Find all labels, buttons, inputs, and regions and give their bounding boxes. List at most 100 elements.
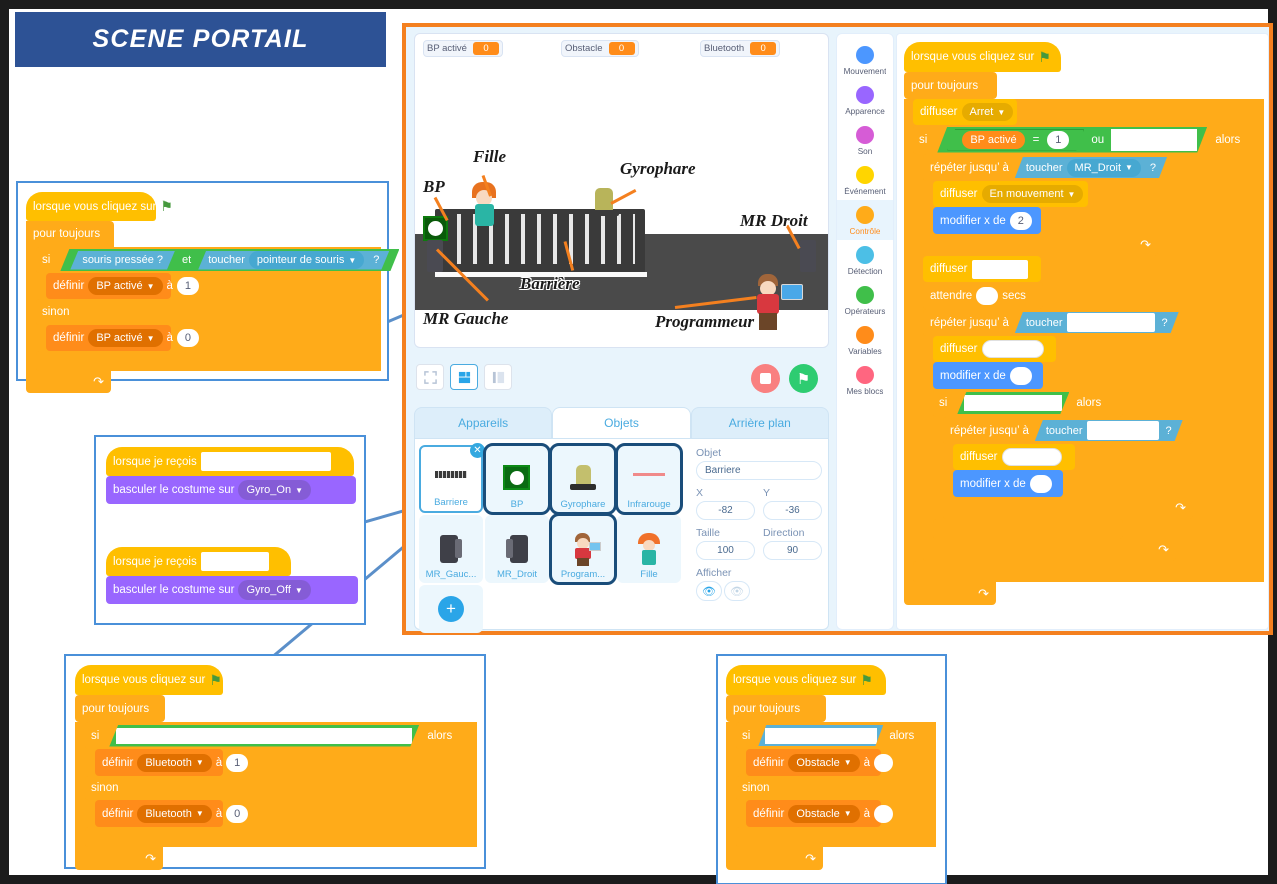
category-detection[interactable]: Détection — [837, 240, 893, 280]
delete-sprite-icon[interactable]: ✕ — [470, 443, 485, 458]
block-forever-obs[interactable]: pour toujours — [726, 695, 826, 722]
block-else-bp[interactable]: sinon — [36, 299, 381, 325]
change-x-value-3[interactable] — [1029, 474, 1052, 493]
x-input[interactable]: -82 — [696, 501, 755, 520]
sensing-touching-3[interactable]: toucher ? — [1035, 420, 1183, 441]
broadcast-input-1[interactable] — [971, 259, 1028, 279]
category-mouvement[interactable]: Mouvement — [837, 40, 893, 80]
block-broadcast-en-mouvement[interactable]: diffuser En mouvement ▼ — [933, 181, 1088, 207]
dropdown-variable[interactable]: BP activé ▼ — [88, 329, 163, 347]
block-set-bp-true[interactable]: définir BP activé ▼ à 1 — [46, 273, 199, 299]
block-else-obs[interactable]: sinon — [736, 776, 936, 800]
touching-input-3[interactable] — [1087, 421, 1159, 440]
hide-eye-icon[interactable]: 👁 — [724, 581, 750, 601]
boolean-slot-empty-bt[interactable] — [109, 725, 419, 747]
block-broadcast-arret[interactable]: diffuser Arret ▼ — [913, 99, 1017, 125]
layout-small-button[interactable] — [484, 364, 512, 390]
dropdown-message-arret[interactable]: Arret ▼ — [961, 103, 1014, 121]
message-input-1[interactable] — [200, 452, 331, 471]
block-set-obs-false[interactable]: définir Obstacle ▼ à — [746, 800, 894, 827]
sprite-item-mr-droit[interactable]: MR_Droit — [485, 515, 549, 583]
sprite-item-infrarouge[interactable]: Infrarouge — [615, 443, 683, 515]
variable-bp-active[interactable]: BP activé — [962, 131, 1024, 149]
block-switch-costume-on[interactable]: basculer le costume sur Gyro_On ▼ — [106, 476, 356, 504]
sprite-item-mr-gauche[interactable]: MR_Gauc... — [419, 515, 483, 583]
fullscreen-button[interactable] — [416, 364, 444, 390]
green-flag-button[interactable]: ⚑ — [789, 364, 818, 393]
sprite-item-gyrophare[interactable]: Gyrophare — [549, 443, 617, 515]
block-repeat-until-1[interactable]: répéter jusqu’ à toucher MR_Droit ▼ ? — [923, 154, 1158, 181]
block-forever-main[interactable]: pour toujours — [904, 72, 997, 99]
tab-objets[interactable]: Objets — [552, 407, 691, 439]
y-input[interactable]: -36 — [763, 501, 822, 520]
category-evenement[interactable]: Événement — [837, 160, 893, 200]
block-if-nested[interactable]: si alors — [933, 389, 1123, 417]
sprite-item-programmeur[interactable]: Program... — [549, 513, 617, 585]
script-canvas-barriere[interactable]: lorsque vous cliquez sur ⚑ pour toujours… — [896, 33, 1269, 630]
block-wait-secs[interactable]: attendre secs — [923, 282, 1043, 309]
sensing-touching-bp[interactable]: toucher pointeur de souris ▼ ? — [198, 251, 389, 270]
sensing-touching-2[interactable]: toucher ? — [1015, 312, 1179, 333]
message-input-2[interactable] — [200, 552, 269, 571]
block-set-bt-true[interactable]: définir Bluetooth ▼ à 1 — [95, 749, 249, 776]
sensing-touching-1[interactable]: toucher MR_Droit ▼ ? — [1015, 157, 1167, 178]
block-when-flag-clicked-main[interactable]: lorsque vous cliquez sur ⚑ — [904, 42, 1061, 72]
block-set-obs-true[interactable]: définir Obstacle ▼ à — [746, 749, 894, 776]
block-else-bt[interactable]: sinon — [85, 776, 477, 800]
change-x-value[interactable]: 2 — [1009, 211, 1032, 230]
value-input[interactable]: 1 — [176, 277, 199, 295]
direction-input[interactable]: 90 — [763, 541, 822, 560]
sensing-mouse-down[interactable]: souris pressée ? — [70, 251, 175, 270]
block-change-x-2[interactable]: modifier x de — [933, 362, 1043, 389]
block-when-receive-2[interactable]: lorsque je reçois — [106, 547, 291, 576]
dropdown-variable[interactable]: Bluetooth ▼ — [137, 804, 212, 823]
wait-value-input[interactable] — [976, 286, 999, 305]
broadcast-input-3[interactable] — [1001, 448, 1062, 466]
boolean-slot-empty-nested[interactable] — [957, 392, 1069, 414]
category-variables[interactable]: Variables — [837, 320, 893, 360]
sprite-item-barriere[interactable]: ✕ Barriere — [419, 443, 485, 513]
block-when-flag-clicked-bp[interactable]: lorsque vous cliquez sur ⚑ — [26, 192, 173, 221]
add-sprite-button[interactable]: + — [419, 585, 483, 633]
stage[interactable]: BP activé 0 Obstacle 0 Bluetooth 0 Fille… — [414, 33, 829, 348]
dropdown-variable[interactable]: Obstacle ▼ — [788, 804, 860, 823]
block-set-bp-false[interactable]: définir BP activé ▼ à 0 — [46, 325, 199, 351]
touching-input-2[interactable] — [1067, 313, 1155, 332]
category-operateurs[interactable]: Opérateurs — [837, 280, 893, 320]
dropdown-variable[interactable]: Bluetooth ▼ — [137, 753, 212, 772]
operator-equals[interactable]: BP activé = 1 — [947, 129, 1084, 151]
value-input[interactable]: 1 — [226, 753, 249, 772]
block-change-x-3[interactable]: modifier x de — [953, 470, 1063, 497]
objet-name-input[interactable]: Barriere — [696, 461, 822, 480]
dropdown-message-mouvement[interactable]: En mouvement ▼ — [981, 185, 1084, 203]
boolean-slot-empty-obs[interactable] — [758, 725, 883, 746]
block-if-else-bp[interactable]: si souris pressée ? et toucher pointeur … — [36, 247, 432, 273]
block-broadcast-blank-1[interactable]: diffuser — [923, 256, 1041, 282]
value-input[interactable]: 0 — [176, 329, 199, 347]
block-repeat-until-2[interactable]: répéter jusqu’ à toucher ? — [923, 309, 1176, 336]
category-apparence[interactable]: Apparence — [837, 80, 893, 120]
block-forever-bp[interactable]: pour toujours — [26, 221, 114, 247]
value-input[interactable] — [874, 804, 894, 823]
operator-and-bp[interactable]: souris pressée ? et toucher pointeur de … — [60, 249, 399, 271]
dropdown-costume-on[interactable]: Gyro_On ▼ — [238, 480, 312, 500]
block-when-flag-clicked-bt[interactable]: lorsque vous cliquez sur ⚑ — [75, 665, 223, 695]
taille-input[interactable]: 100 — [696, 541, 755, 560]
block-broadcast-blank-2[interactable]: diffuser — [933, 336, 1056, 362]
stop-button[interactable] — [751, 364, 780, 393]
block-set-bt-false[interactable]: définir Bluetooth ▼ à 0 — [95, 800, 249, 827]
category-controle[interactable]: Contrôle — [837, 200, 893, 240]
block-when-flag-clicked-obs[interactable]: lorsque vous cliquez sur ⚑ — [726, 665, 886, 695]
category-mes-blocs[interactable]: Mes blocs — [837, 360, 893, 400]
sprite-item-fille[interactable]: Fille — [617, 515, 681, 583]
value-input[interactable] — [874, 753, 894, 772]
tab-appareils[interactable]: Appareils — [414, 407, 553, 439]
boolean-slot-empty-main[interactable] — [1111, 129, 1197, 151]
dropdown-touching-mr-droit[interactable]: MR_Droit ▼ — [1067, 159, 1141, 177]
dropdown-costume-off[interactable]: Gyro_Off ▼ — [238, 580, 311, 600]
tab-arriere-plan[interactable]: Arrière plan — [690, 407, 829, 439]
block-change-x-1[interactable]: modifier x de 2 — [933, 207, 1041, 234]
block-switch-costume-off[interactable]: basculer le costume sur Gyro_Off ▼ — [106, 576, 358, 604]
block-broadcast-blank-3[interactable]: diffuser — [953, 444, 1075, 470]
value-input[interactable]: 0 — [226, 804, 249, 823]
